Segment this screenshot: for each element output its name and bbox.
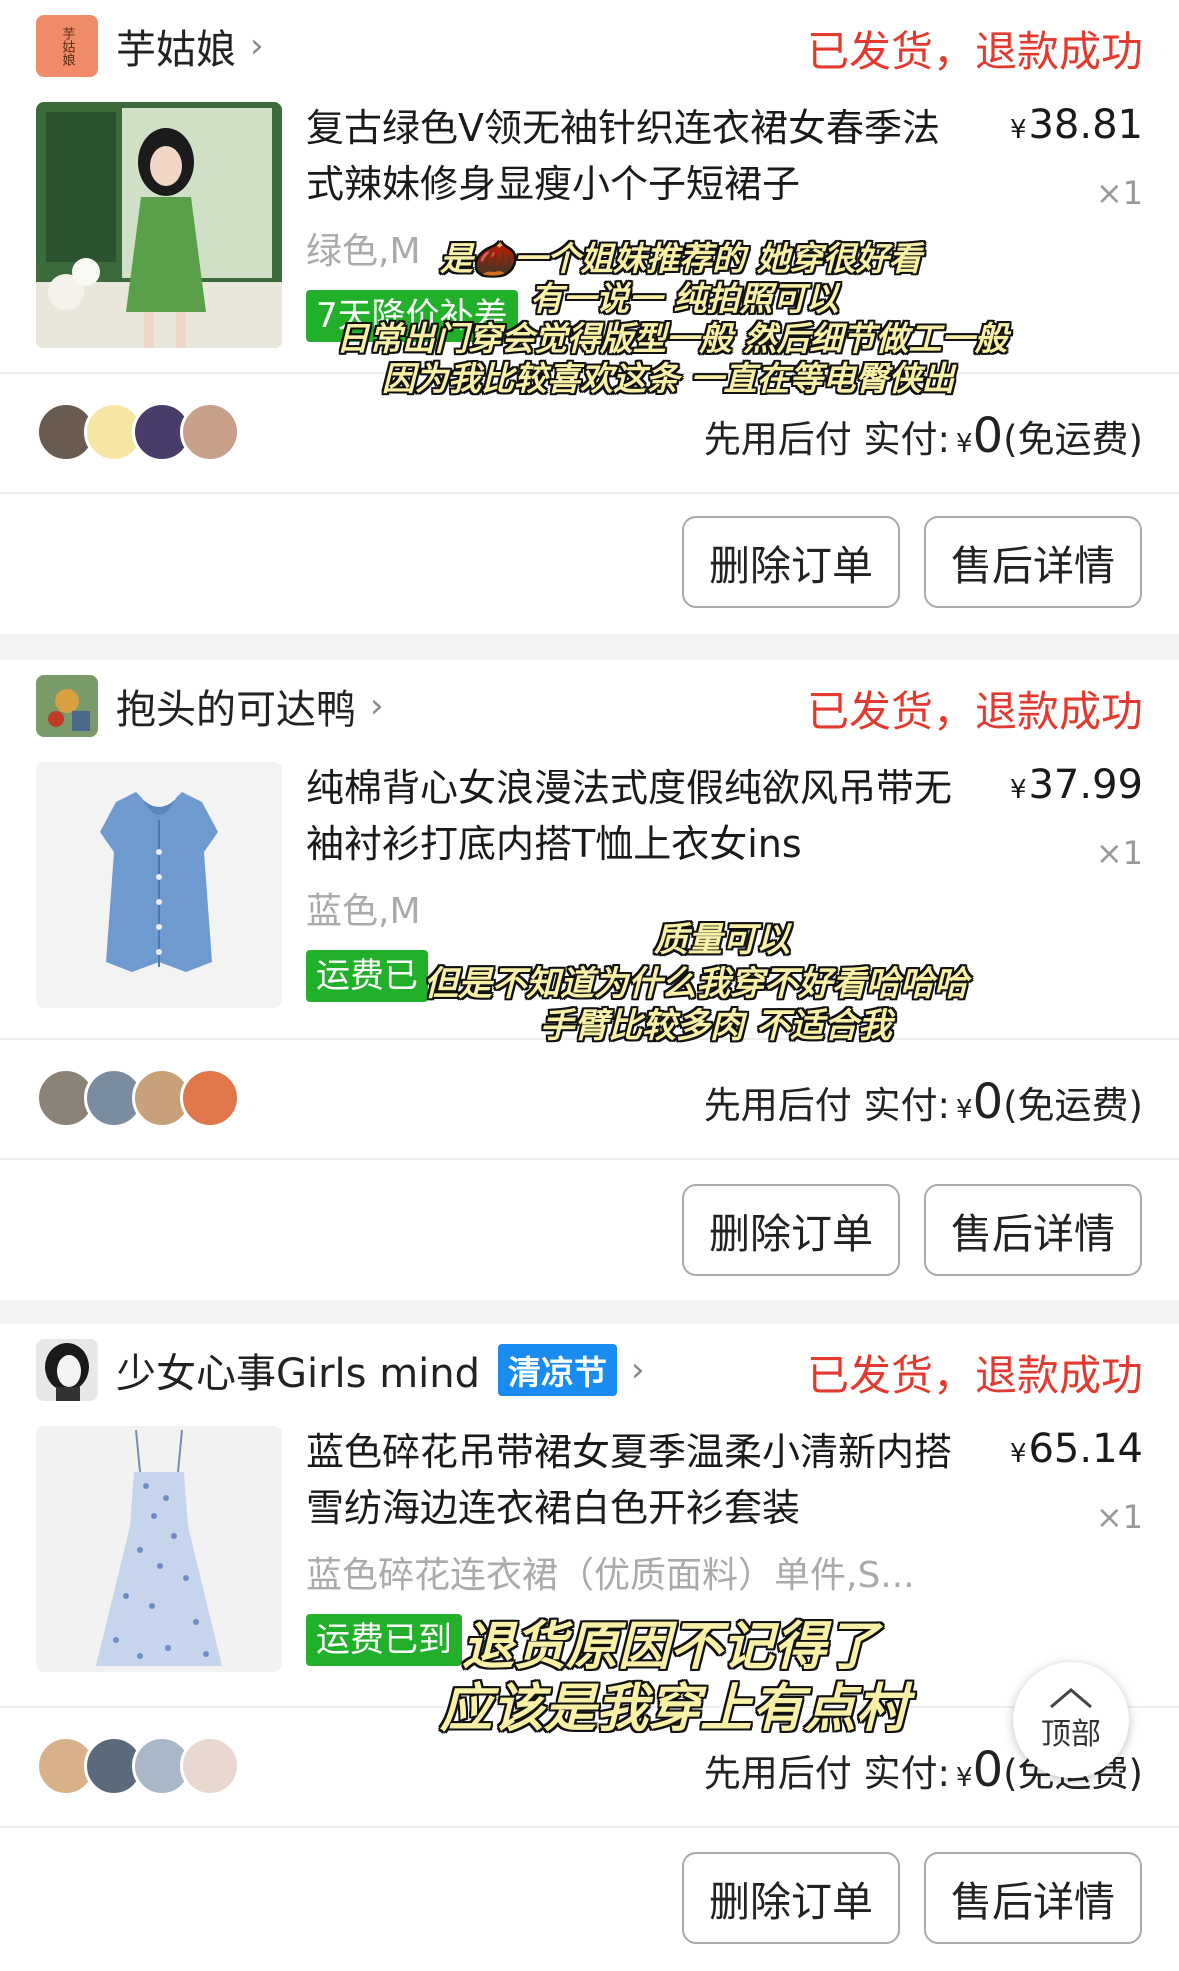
avatar <box>180 1736 240 1796</box>
order-status: 已发货，退款成功 <box>806 687 1143 736</box>
product-title[interactable]: 蓝色碎花吊带裙女夏季温柔小清新内搭雪纺海边连衣裙白色开衫套装 <box>306 1424 966 1536</box>
after-sales-button[interactable]: 售后详情 <box>924 1852 1142 1944</box>
shop-name: 芋姑娘 <box>116 27 236 73</box>
delete-order-button[interactable]: 删除订单 <box>682 1184 900 1276</box>
payment-summary: 先用后付 实付:¥0(免运费) <box>703 408 1143 464</box>
product-image[interactable] <box>36 102 282 348</box>
order-card: 抱头的可达鸭 › 已发货，退款成功 纯棉背心女浪漫法式度假纯欲风吊带无袖衬衫打底… <box>0 660 1179 1300</box>
caption-text: 手臂比较多肉 不适合我 <box>540 1006 892 1046</box>
shipping-tag: 运费已到 <box>306 1614 462 1666</box>
back-to-top-label: 顶部 <box>1041 1717 1101 1752</box>
order-card: 芋姑娘 芋姑娘 › 已发货，退款成功 复古绿色V领无袖针织连衣裙女春季法式辣妹修… <box>0 0 1179 634</box>
avatar <box>180 402 240 462</box>
shop-logo <box>36 675 98 737</box>
order-status: 已发货，退款成功 <box>806 27 1143 76</box>
payment-summary: 先用后付 实付:¥0(免运费) <box>703 1074 1143 1130</box>
shop-logo <box>36 1339 98 1401</box>
product-price: ¥38.81 <box>1009 102 1143 148</box>
avatar <box>180 1068 240 1128</box>
product-price: ¥65.14 <box>1009 1426 1143 1472</box>
after-sales-button[interactable]: 售后详情 <box>924 1184 1142 1276</box>
caption-text: 应该是我穿上有点村 <box>440 1679 909 1739</box>
divider <box>0 492 1179 494</box>
chevron-right-icon: › <box>631 1350 645 1390</box>
avatar-group <box>36 1068 240 1128</box>
divider <box>0 1826 1179 1828</box>
delete-order-button[interactable]: 删除订单 <box>682 1852 900 1944</box>
shop-header[interactable]: 少女心事Girls mind 清凉节 › <box>36 1338 645 1402</box>
product-price: ¥37.99 <box>1009 762 1143 808</box>
order-card: 少女心事Girls mind 清凉节 › 已发货，退款成功 蓝色碎花吊带裙女夏季… <box>0 1324 1179 1971</box>
caption-text: 质量可以 <box>654 920 790 960</box>
product-title[interactable]: 纯棉背心女浪漫法式度假纯欲风吊带无袖衬衫打底内搭T恤上衣女ins <box>306 760 966 872</box>
delete-order-button[interactable]: 删除订单 <box>682 516 900 608</box>
product-image[interactable] <box>36 1426 282 1672</box>
product-quantity: ×1 <box>1095 174 1143 212</box>
product-sku: 蓝色,M <box>306 891 421 932</box>
order-status: 已发货，退款成功 <box>806 1351 1143 1400</box>
product-image[interactable] <box>36 762 282 1008</box>
product-quantity: ×1 <box>1095 834 1143 872</box>
shop-logo: 芋姑娘 <box>36 15 98 77</box>
shop-name: 抱头的可达鸭 <box>116 687 356 733</box>
shop-header[interactable]: 抱头的可达鸭 › <box>36 674 384 738</box>
chevron-up-icon <box>1050 1688 1092 1709</box>
product-sku: 蓝色碎花连衣裙（优质面料）单件,S... <box>306 1555 915 1596</box>
shop-name: 少女心事Girls mind <box>116 1351 481 1397</box>
avatar-group <box>36 402 240 462</box>
chevron-right-icon: › <box>370 686 384 726</box>
product-quantity: ×1 <box>1095 1498 1143 1536</box>
chevron-right-icon: › <box>250 26 264 66</box>
product-title[interactable]: 复古绿色V领无袖针织连衣裙女春季法式辣妹修身显瘦小个子短裙子 <box>306 100 966 212</box>
shop-header[interactable]: 芋姑娘 芋姑娘 › <box>36 14 264 78</box>
avatar-group <box>36 1736 240 1796</box>
shipping-tag: 运费已 <box>306 950 428 1002</box>
after-sales-button[interactable]: 售后详情 <box>924 516 1142 608</box>
divider <box>0 1158 1179 1160</box>
promo-badge: 清凉节 <box>498 1344 618 1396</box>
back-to-top-button[interactable]: 顶部 <box>1013 1662 1129 1778</box>
caption-text: 因为我比较喜欢这条 一直在等电臀侠出 <box>382 359 955 398</box>
